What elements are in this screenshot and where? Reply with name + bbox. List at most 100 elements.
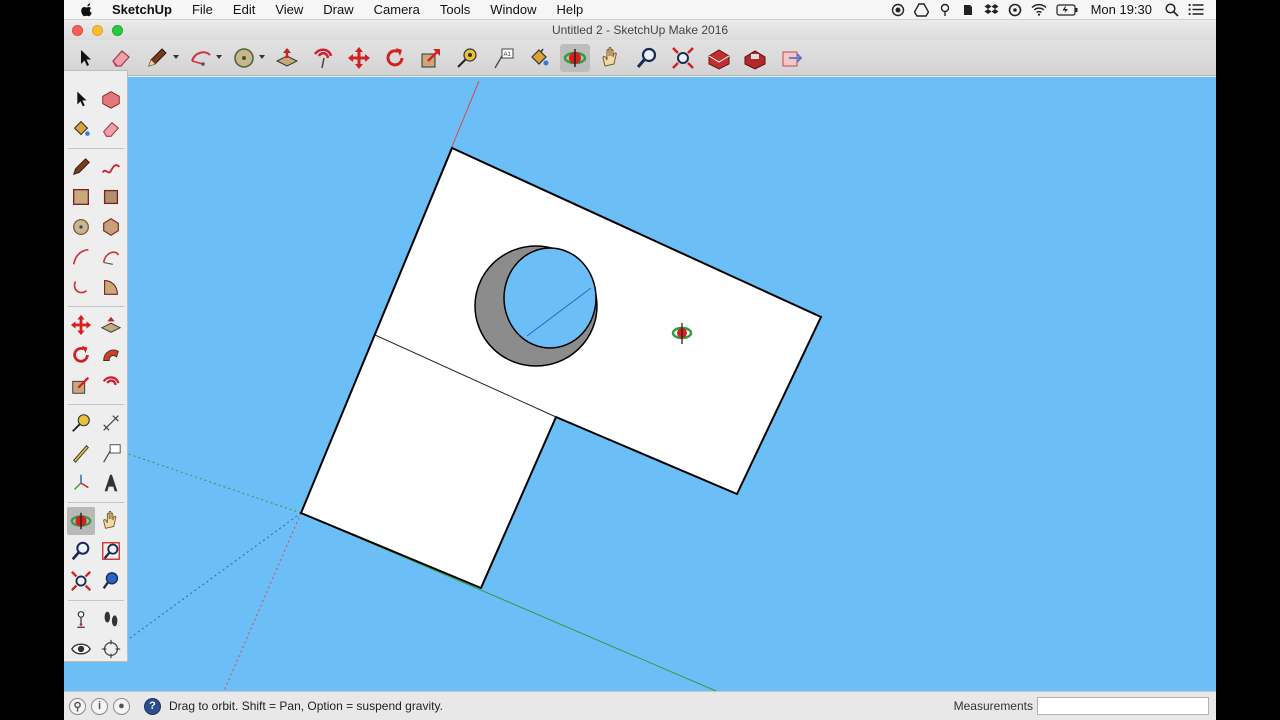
menu-tools[interactable]: Tools (440, 2, 470, 17)
toolbar-shapes-button[interactable] (229, 44, 259, 72)
menu-camera[interactable]: Camera (374, 2, 420, 17)
toolbar-pan-button[interactable] (596, 44, 626, 72)
toolbar-layout-button[interactable] (776, 44, 806, 72)
shapes-caret-icon[interactable] (259, 55, 265, 59)
toolbar-3d-warehouse-button[interactable] (704, 44, 734, 72)
toolbar-line-button[interactable] (142, 44, 172, 72)
window-close-button[interactable] (72, 25, 83, 36)
instructor-help-icon[interactable]: ? (144, 697, 161, 715)
menu-app-name[interactable]: SketchUp (112, 2, 172, 17)
toolbar-select-button[interactable] (70, 44, 100, 72)
palette-zoom-button[interactable] (67, 537, 95, 565)
palette-polygon-button[interactable] (97, 213, 125, 241)
palette-protractor-button[interactable] (67, 439, 95, 467)
measurements-input[interactable] (1037, 697, 1209, 715)
line-tools-caret-icon[interactable] (173, 55, 179, 59)
toolbar-zoom-extents-button[interactable] (668, 44, 698, 72)
toolbar-tape-measure-button[interactable] (452, 44, 482, 72)
palette-rotate-button[interactable] (67, 341, 95, 369)
circle-shapes-icon (234, 48, 254, 68)
palette-scale-button[interactable] (67, 371, 95, 399)
dropbox-icon[interactable] (984, 3, 999, 17)
palette-line-button[interactable] (67, 153, 95, 181)
palette-zoom-window-button[interactable] (97, 537, 125, 565)
window-zoom-button[interactable] (112, 25, 123, 36)
toolbar-paint-bucket-button[interactable] (524, 44, 554, 72)
palette-3-point-arc-button[interactable] (67, 273, 95, 301)
palette-rotated-rectangle-button[interactable] (97, 183, 125, 211)
toolbar-move-button[interactable] (344, 44, 374, 72)
toolbar-rotate-button[interactable] (380, 44, 410, 72)
palette-3d-text-button[interactable] (97, 469, 125, 497)
two-point-arc-icon (102, 251, 120, 265)
sync-icon[interactable] (1008, 3, 1022, 17)
palette-axes-button[interactable] (67, 469, 95, 497)
toolbar-extension-warehouse-button[interactable] (740, 44, 770, 72)
status-hint-text: Drag to orbit. Shift = Pan, Option = sus… (169, 699, 443, 713)
palette-arc-button[interactable] (67, 243, 95, 271)
arc-tools-caret-icon[interactable] (216, 55, 222, 59)
palette-tape-measure-button[interactable] (67, 409, 95, 437)
notification-center-icon[interactable] (1188, 3, 1204, 16)
menu-draw[interactable]: Draw (323, 2, 353, 17)
palette-position-camera-button[interactable] (67, 605, 95, 633)
drawing-area[interactable] (64, 77, 1216, 691)
palette-select-button[interactable] (67, 85, 95, 113)
battery-icon[interactable] (1055, 3, 1078, 16)
menu-help[interactable]: Help (556, 2, 583, 17)
palette-move-button[interactable] (67, 311, 95, 339)
palette-make-component-button[interactable] (97, 85, 125, 113)
palette-previous-view-button[interactable] (97, 567, 125, 595)
toolbar-arc-button[interactable] (186, 44, 216, 72)
toolbar-zoom-button[interactable] (632, 44, 662, 72)
palette-2-point-arc-button[interactable] (97, 243, 125, 271)
credits-info-icon[interactable]: i (91, 697, 108, 715)
palette-pie-button[interactable] (97, 273, 125, 301)
google-drive-icon[interactable] (913, 2, 929, 17)
toolbar-scale-button[interactable] (416, 44, 446, 72)
wifi-icon[interactable] (1031, 3, 1047, 16)
palette-section-plane-button[interactable] (97, 635, 125, 663)
palette-circle-button[interactable] (67, 213, 95, 241)
menu-file[interactable]: File (192, 2, 213, 17)
toolbar-orbit-button[interactable] (560, 44, 590, 72)
previous-view-icon (102, 572, 119, 589)
geo-location-icon[interactable]: ⚲ (69, 697, 86, 715)
toolbar-eraser-button[interactable] (106, 44, 136, 72)
palette-offset-button[interactable] (97, 371, 125, 399)
menu-clock[interactable]: Mon 19:30 (1091, 2, 1152, 17)
palette-walk-button[interactable] (97, 605, 125, 633)
palette-orbit-button[interactable] (67, 507, 95, 535)
palette-look-around-button[interactable] (67, 635, 95, 663)
toolbar-push-pull-button[interactable] (272, 44, 302, 72)
menu-view[interactable]: View (275, 2, 303, 17)
palette-freehand-button[interactable] (97, 153, 125, 181)
tape-measure-icon (457, 48, 477, 68)
evernote-icon[interactable] (961, 3, 975, 17)
window-minimize-button[interactable] (92, 25, 103, 36)
menu-edit[interactable]: Edit (233, 2, 255, 17)
toolbar-text-button[interactable]: A1 (488, 44, 518, 72)
record-icon[interactable] (891, 3, 905, 17)
offset-icon (102, 376, 120, 386)
palette-follow-me-button[interactable] (97, 341, 125, 369)
palette-text-button[interactable] (97, 439, 125, 467)
paint-bucket-icon (531, 48, 549, 66)
palette-dimension-button[interactable] (97, 409, 125, 437)
user-account-icon[interactable]: ● (113, 697, 130, 715)
spotlight-search-icon[interactable] (1165, 2, 1179, 17)
palette-pan-button[interactable] (97, 507, 125, 535)
move-arrows-icon (348, 47, 370, 69)
location-icon[interactable] (938, 3, 952, 17)
menu-window[interactable]: Window (490, 2, 536, 17)
apple-icon[interactable] (80, 2, 94, 17)
palette-zoom-extents-button[interactable] (67, 567, 95, 595)
palette-push-pull-button[interactable] (97, 311, 125, 339)
palette-rectangle-button[interactable] (67, 183, 95, 211)
model-face[interactable] (299, 146, 823, 590)
model-canvas[interactable] (64, 77, 1216, 691)
palette-paint-bucket-button[interactable] (67, 115, 95, 143)
polygon-icon (103, 217, 119, 237)
palette-eraser-button[interactable] (97, 115, 125, 143)
toolbar-offset-button[interactable] (308, 44, 338, 72)
